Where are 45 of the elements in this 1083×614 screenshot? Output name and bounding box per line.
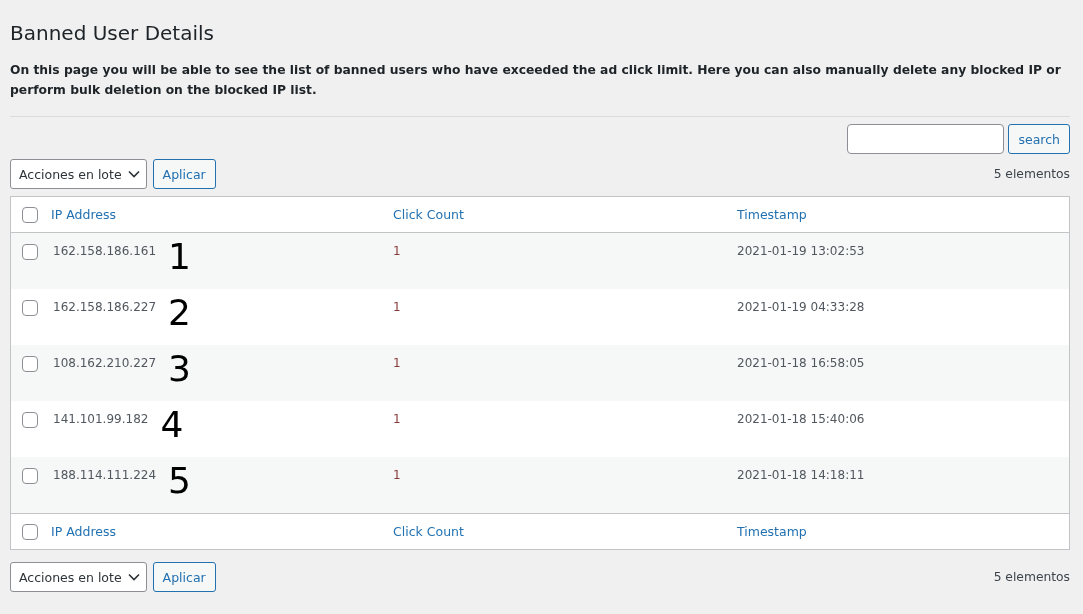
column-header[interactable]: Timestamp bbox=[735, 207, 1069, 222]
timestamp: 2021-01-18 15:40:06 bbox=[736, 411, 866, 426]
checkbox[interactable] bbox=[22, 206, 38, 223]
annotation-number: 2 bbox=[168, 293, 191, 333]
apply-button[interactable]: Aplicar bbox=[152, 159, 216, 189]
checkbox[interactable] bbox=[22, 356, 38, 372]
ip-address: 141.101.99.182 bbox=[53, 411, 149, 426]
page-title: Banned User Details bbox=[10, 20, 215, 46]
ip-address: 108.162.210.227 bbox=[53, 355, 157, 370]
bulk-actions-select[interactable]: Acciones en lote bbox=[10, 562, 147, 592]
click-count: 1 bbox=[393, 467, 402, 482]
annotation-number: 3 bbox=[168, 349, 191, 389]
checkbox[interactable] bbox=[22, 300, 38, 316]
item-count: 5 elementos bbox=[993, 167, 1070, 181]
timestamp: 2021-01-19 04:33:28 bbox=[736, 299, 866, 314]
checkbox[interactable] bbox=[22, 244, 38, 260]
apply-button[interactable]: Aplicar bbox=[152, 562, 216, 592]
search-field[interactable] bbox=[847, 124, 1005, 154]
checkbox[interactable] bbox=[22, 412, 38, 428]
timestamp: 2021-01-18 16:58:05 bbox=[736, 355, 866, 370]
checkbox[interactable] bbox=[22, 523, 38, 540]
caret-icon bbox=[127, 573, 140, 581]
annotation-number: 5 bbox=[168, 461, 191, 501]
click-count: 1 bbox=[393, 411, 402, 426]
click-count: 1 bbox=[393, 299, 402, 314]
column-header[interactable]: Click Count bbox=[393, 207, 735, 222]
bulk-actions-select[interactable]: Acciones en lote bbox=[10, 159, 147, 189]
ip-address: 162.158.186.161 bbox=[53, 243, 157, 258]
column-header[interactable]: IP Address bbox=[51, 207, 393, 222]
annotation-number: 4 bbox=[160, 405, 184, 445]
description: On this page you will be able to see the list of banned users who have exceeded the ad click limit. Here you can also manually delete any blocked IP or perform bulk deletion on the blocked IP list. bbox=[10, 62, 1062, 99]
checkbox[interactable] bbox=[22, 468, 38, 484]
annotation-number: 1 bbox=[168, 237, 191, 277]
item-count: 5 elementos bbox=[993, 570, 1070, 584]
click-count: 1 bbox=[393, 355, 402, 370]
caret-icon bbox=[127, 170, 140, 178]
ip-address: 162.158.186.227 bbox=[53, 299, 157, 314]
column-header[interactable]: IP Address bbox=[51, 524, 393, 539]
click-count: 1 bbox=[393, 243, 402, 258]
column-header[interactable]: Click Count bbox=[393, 524, 735, 539]
column-header[interactable]: Timestamp bbox=[735, 524, 1069, 539]
ip-address: 188.114.111.224 bbox=[53, 467, 157, 482]
timestamp: 2021-01-18 14:18:11 bbox=[736, 467, 866, 482]
search-button[interactable]: search bbox=[1008, 124, 1070, 154]
timestamp: 2021-01-19 13:02:53 bbox=[736, 243, 866, 258]
